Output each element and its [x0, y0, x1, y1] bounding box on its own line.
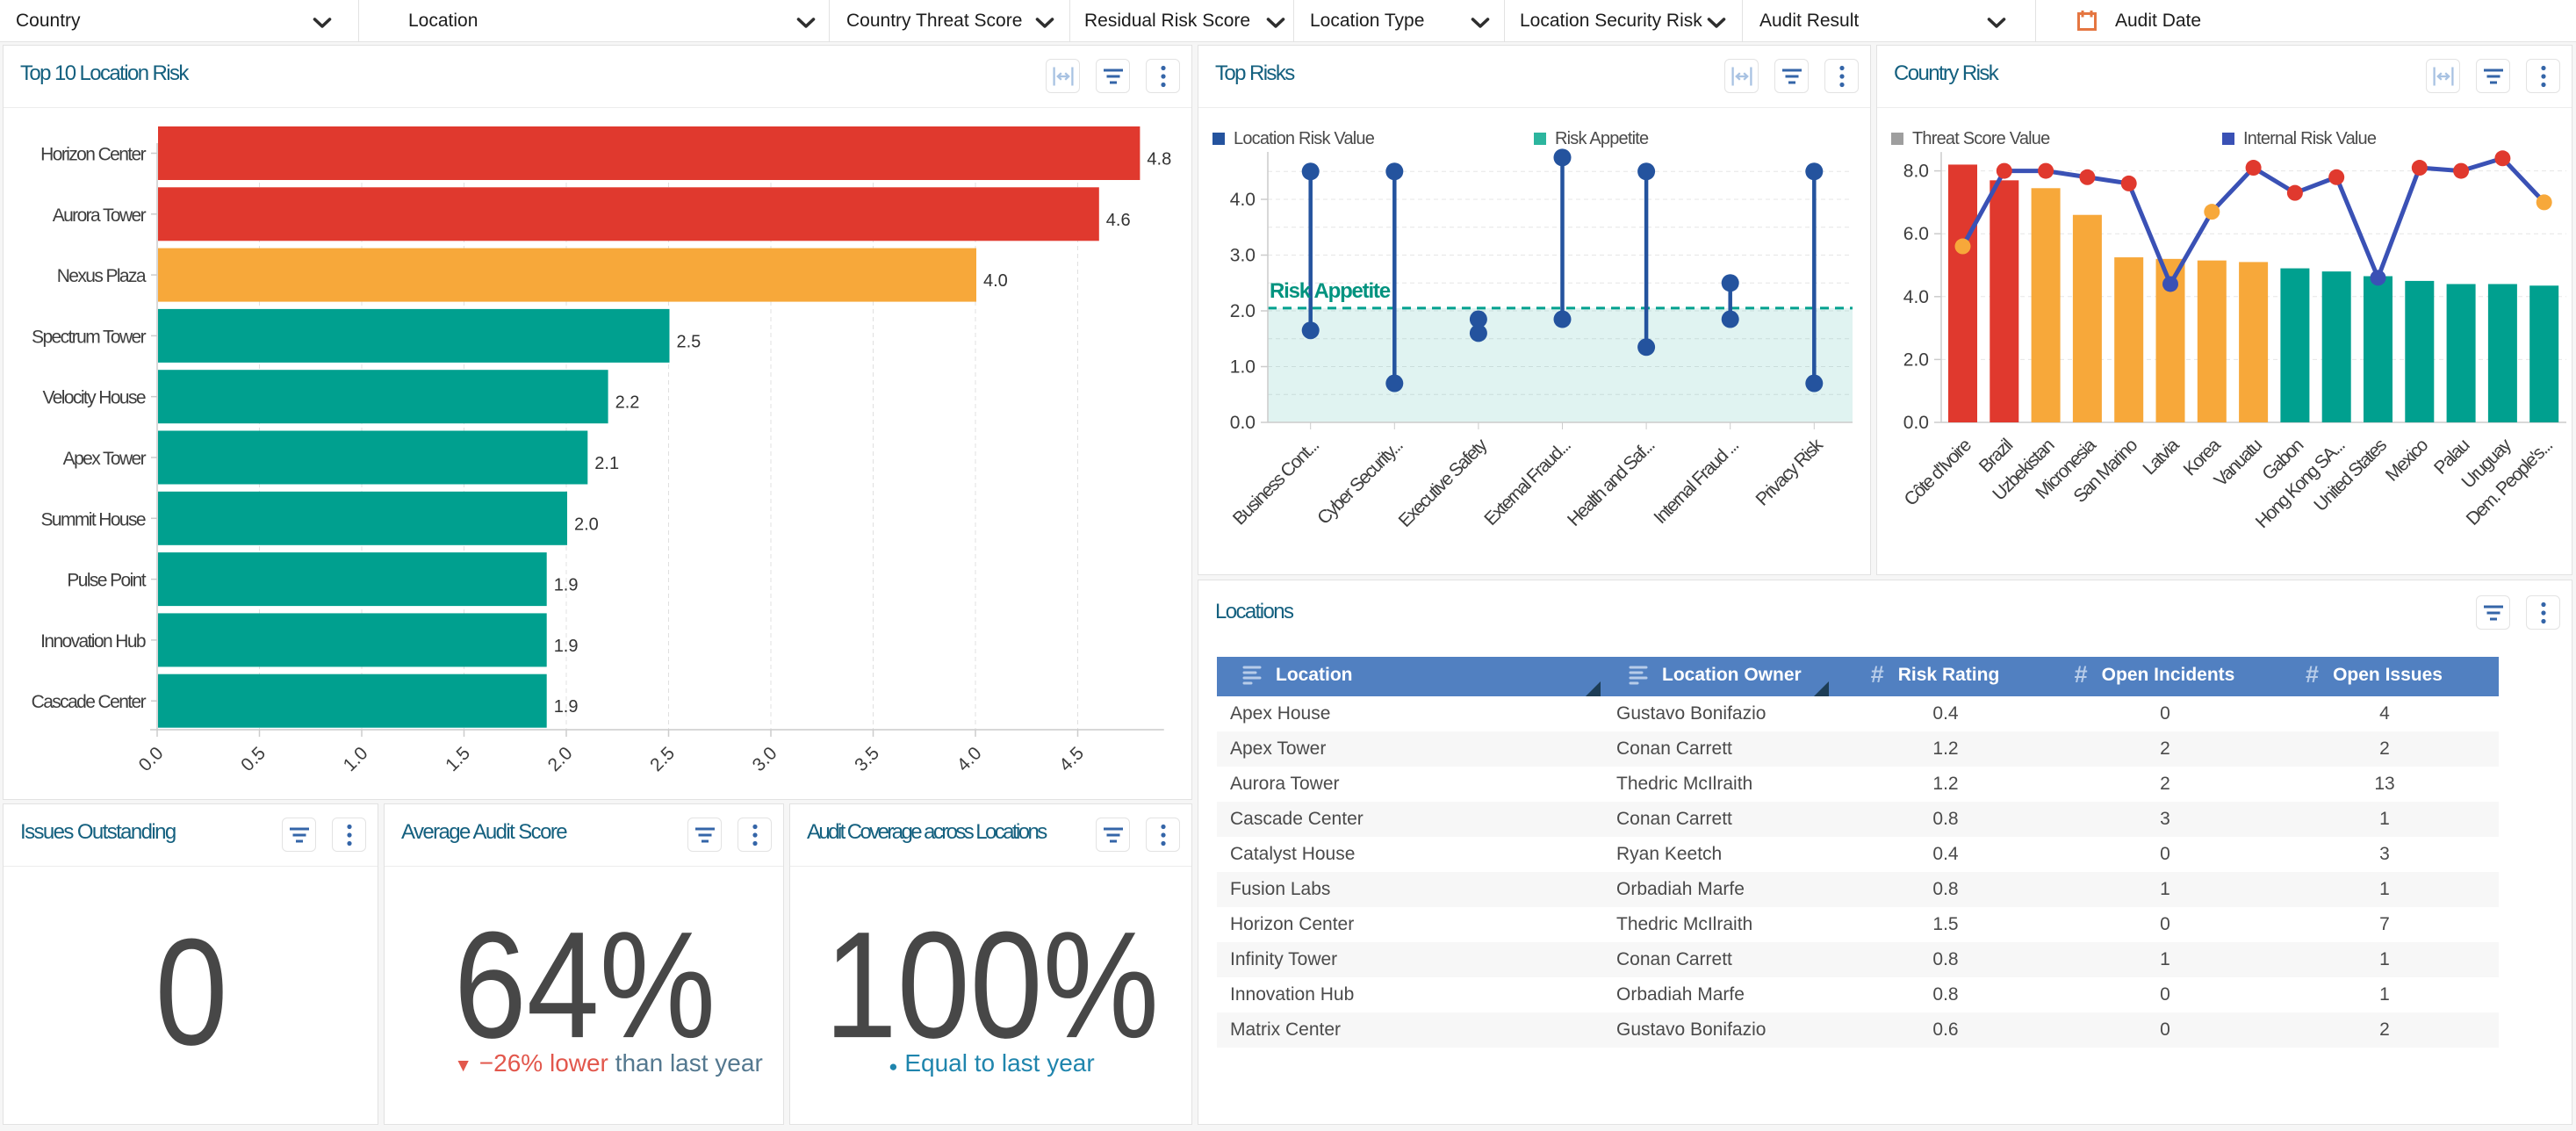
svg-text:0.5: 0.5: [237, 743, 270, 775]
svg-text:Pulse Point: Pulse Point: [67, 571, 146, 591]
svg-text:3.0: 3.0: [749, 743, 781, 775]
svg-text:2.0: 2.0: [1230, 301, 1256, 321]
svg-text:Internal Risk Value: Internal Risk Value: [2243, 129, 2377, 148]
svg-text:Privacy Risk: Privacy Risk: [1752, 435, 1827, 510]
svg-text:Summit House: Summit House: [40, 509, 145, 529]
svg-text:Spectrum Tower: Spectrum Tower: [32, 327, 147, 347]
svg-text:2.5: 2.5: [677, 332, 702, 351]
svg-text:Cyber Security...: Cyber Security...: [1313, 436, 1407, 529]
svg-text:Innovation Hub: Innovation Hub: [40, 631, 146, 652]
svg-text:Velocity House: Velocity House: [42, 388, 145, 408]
svg-text:2.5: 2.5: [646, 743, 679, 775]
svg-text:Business Cont...: Business Cont...: [1229, 436, 1322, 529]
svg-text:2.0: 2.0: [574, 515, 599, 534]
svg-text:Health and Saf...: Health and Saf...: [1564, 436, 1659, 530]
svg-text:Apex Tower: Apex Tower: [63, 449, 147, 469]
svg-text:Threat Score Value: Threat Score Value: [1912, 129, 2050, 148]
svg-text:1.0: 1.0: [340, 743, 372, 775]
svg-text:Executive Safety: Executive Safety: [1395, 435, 1492, 531]
svg-text:2.2: 2.2: [615, 393, 640, 413]
svg-text:4.0: 4.0: [1903, 287, 1929, 307]
svg-text:3.0: 3.0: [1230, 246, 1256, 266]
svg-text:2.0: 2.0: [544, 743, 577, 775]
svg-text:Cascade Center: Cascade Center: [32, 692, 147, 712]
svg-text:External Fraud...: External Fraud...: [1480, 436, 1574, 529]
svg-text:Risk Appetite: Risk Appetite: [1270, 279, 1391, 303]
svg-text:Location Risk Value: Location Risk Value: [1234, 129, 1375, 148]
svg-text:Nexus Plaza: Nexus Plaza: [57, 266, 147, 286]
svg-text:4.5: 4.5: [1055, 743, 1088, 775]
svg-text:0.0: 0.0: [135, 743, 168, 775]
svg-text:Horizon Center: Horizon Center: [40, 145, 146, 165]
svg-text:1.9: 1.9: [554, 637, 579, 656]
svg-text:3.5: 3.5: [851, 743, 883, 775]
svg-text:0.0: 0.0: [1230, 413, 1256, 433]
svg-text:4.0: 4.0: [983, 271, 1008, 291]
svg-text:Vanuatu: Vanuatu: [2211, 436, 2266, 491]
svg-text:8.0: 8.0: [1903, 162, 1929, 182]
svg-text:2.0: 2.0: [1903, 349, 1929, 370]
svg-text:Aurora Tower: Aurora Tower: [53, 205, 147, 226]
svg-text:6.0: 6.0: [1903, 224, 1929, 244]
svg-text:Internal Fraud ...: Internal Fraud ...: [1650, 436, 1742, 528]
svg-text:4.6: 4.6: [1106, 211, 1131, 230]
svg-text:Latvia: Latvia: [2139, 435, 2183, 479]
svg-text:0.0: 0.0: [1903, 413, 1929, 433]
svg-text:2.1: 2.1: [594, 454, 619, 473]
svg-text:Côte d'Ivoire: Côte d'Ivoire: [1901, 436, 1975, 510]
svg-text:4.8: 4.8: [1147, 150, 1171, 169]
svg-text:4.0: 4.0: [953, 743, 986, 775]
svg-text:1.9: 1.9: [554, 697, 579, 717]
svg-text:Mexico: Mexico: [2382, 436, 2432, 486]
svg-text:4.0: 4.0: [1230, 190, 1256, 210]
svg-text:Risk Appetite: Risk Appetite: [1555, 129, 1649, 148]
svg-text:1.0: 1.0: [1230, 357, 1256, 378]
svg-text:1.5: 1.5: [442, 743, 474, 775]
svg-text:1.9: 1.9: [554, 576, 579, 595]
